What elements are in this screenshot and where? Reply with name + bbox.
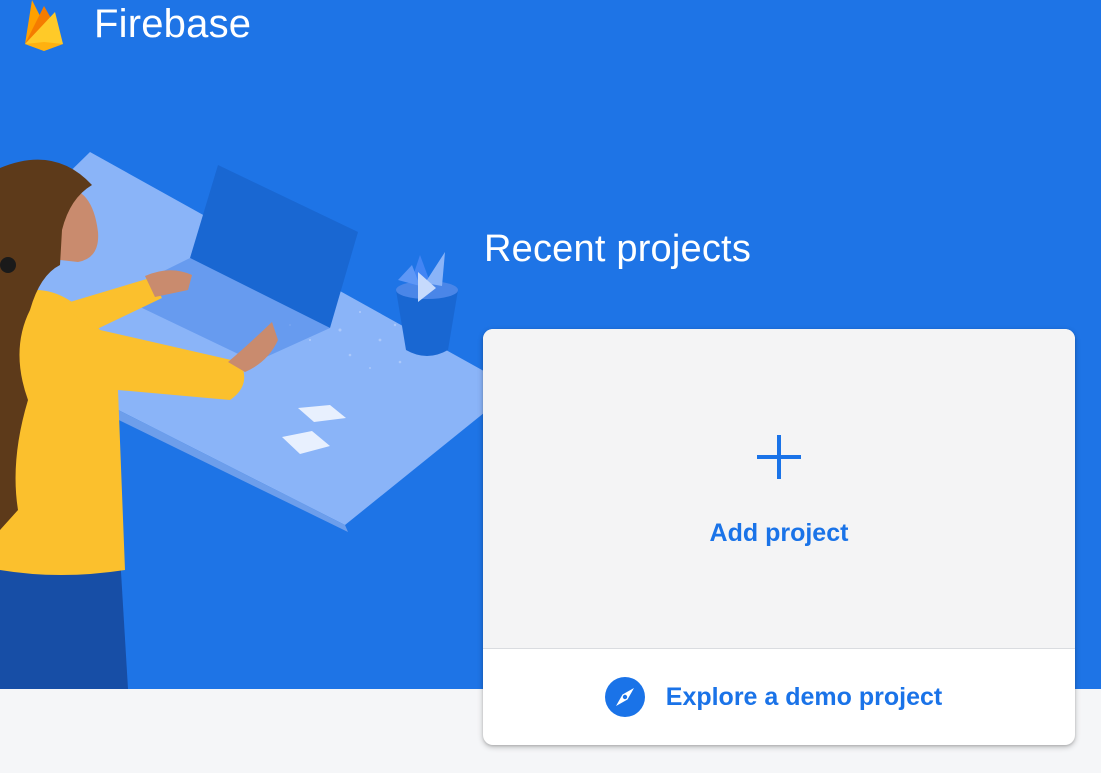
plus-icon	[757, 435, 801, 479]
brand-header[interactable]: Firebase	[22, 0, 251, 56]
firebase-logo-icon	[25, 0, 63, 51]
compass-icon	[604, 677, 645, 717]
recent-projects-title: Recent projects	[484, 228, 752, 270]
projects-card: Add project Explore a demo project	[483, 329, 1075, 745]
app-name: Firebase	[94, 1, 252, 46]
add-project-label: Add project	[709, 519, 849, 547]
explore-demo-project-link[interactable]: Explore a demo project	[483, 649, 1075, 745]
add-project-button[interactable]: Add project	[483, 329, 1075, 648]
explore-demo-label: Explore a demo project	[665, 682, 943, 711]
developer-illustration	[0, 152, 500, 689]
